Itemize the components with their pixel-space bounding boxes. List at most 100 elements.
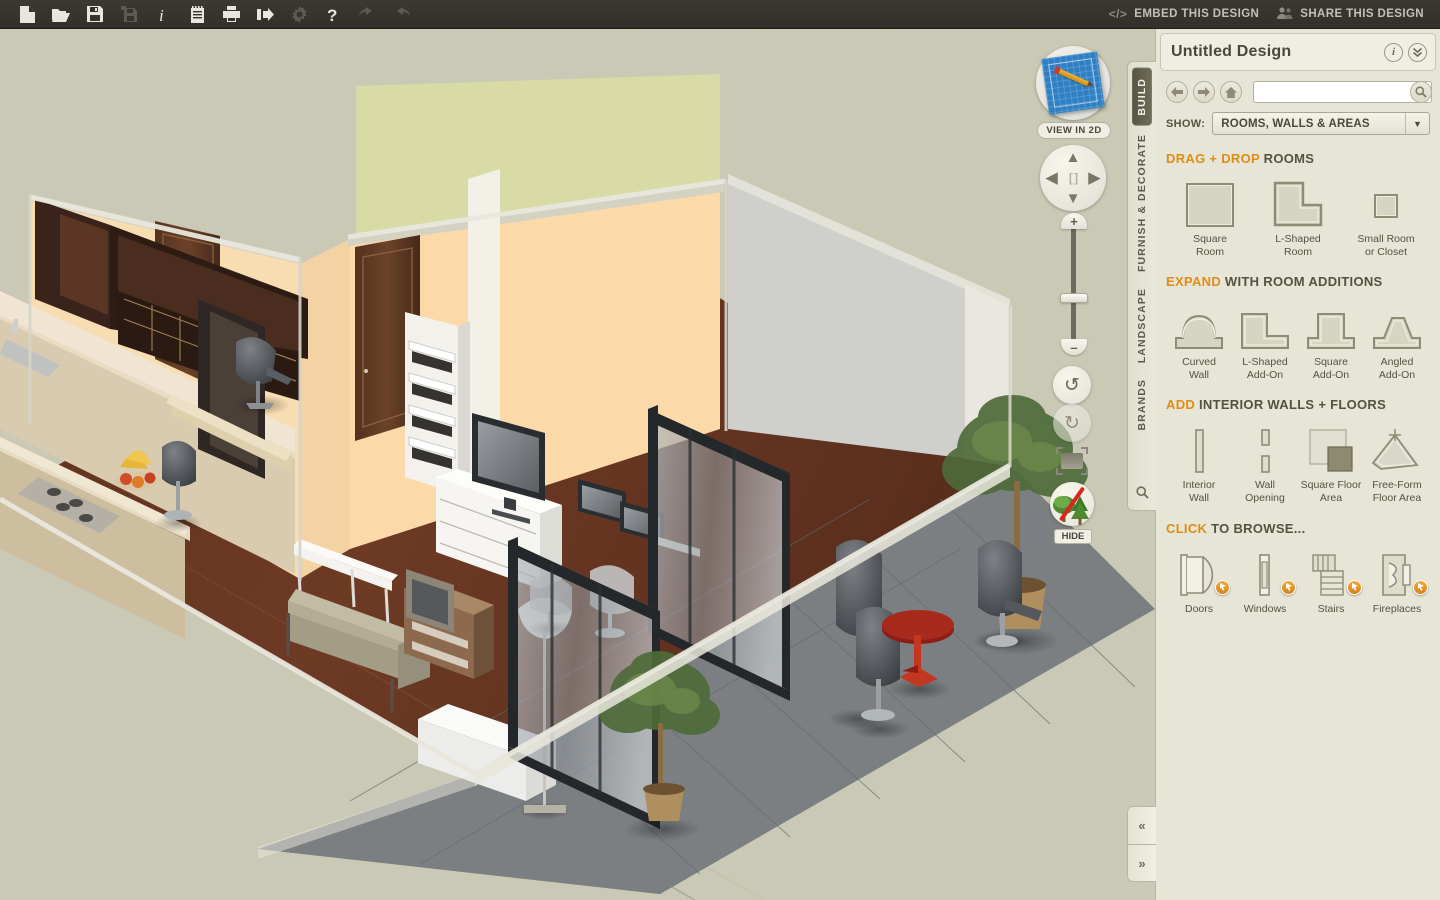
section-room-additions: EXPAND WITH ROOM ADDITIONS Curved Wall L…	[1156, 258, 1440, 381]
section-title-highlight: ADD	[1166, 397, 1196, 413]
show-select[interactable]: ROOMS, WALLS & AREAS ▼	[1212, 112, 1430, 135]
open-file-button[interactable]	[44, 0, 78, 29]
new-file-button[interactable]	[10, 0, 44, 29]
l-shaped-addon-icon	[1232, 298, 1298, 350]
rotate-right-button[interactable]: ↻	[1053, 404, 1091, 442]
browse-fireplaces[interactable]: Fireplaces	[1364, 545, 1430, 616]
save-as-button[interactable]	[112, 0, 146, 29]
toolbar-icon-group: i ?	[0, 0, 418, 29]
pan-center-reset-button[interactable]: [ ]	[1069, 172, 1078, 184]
notes-button[interactable]	[180, 0, 214, 29]
cursor-badge-icon	[1281, 579, 1296, 595]
rotate-left-button[interactable]: ↺	[1053, 366, 1091, 404]
zoom-slider-track[interactable]	[1071, 224, 1076, 342]
rail-search-icon[interactable]	[1135, 486, 1149, 502]
save-file-button[interactable]	[78, 0, 112, 29]
element-free-form-floor-area[interactable]: Free-Form Floor Area	[1364, 421, 1430, 504]
fit-to-screen-button[interactable]	[1056, 447, 1088, 475]
pan-right-button[interactable]: ▶	[1088, 171, 1100, 186]
collapse-right-button[interactable]: »	[1127, 844, 1156, 882]
hide-label[interactable]: HIDE	[1053, 529, 1093, 544]
zoom-slider-handle[interactable]	[1060, 293, 1088, 303]
browse-label: Fireplaces	[1372, 602, 1422, 615]
cursor-badge-icon	[1215, 579, 1230, 595]
share-design-label: SHARE THIS DESIGN	[1300, 8, 1424, 20]
panel-search-box[interactable]	[1253, 81, 1432, 103]
panel-search-input[interactable]	[1254, 83, 1431, 101]
show-select-value: ROOMS, WALLS & AREAS	[1221, 117, 1370, 130]
addition-square[interactable]: Square Add-On	[1298, 298, 1364, 381]
element-interior-wall[interactable]: Interior Wall	[1166, 421, 1232, 504]
addition-label: Angled Add-On	[1378, 356, 1416, 381]
info-button[interactable]: i	[146, 0, 180, 29]
zoom-in-button[interactable]: +	[1061, 213, 1087, 229]
addition-l-shaped[interactable]: L-Shaped Add-On	[1232, 298, 1298, 381]
design-canvas-3d[interactable]	[0, 29, 1155, 900]
nav-forward-button[interactable]	[1193, 81, 1215, 103]
panel-header: Untitled Design i	[1160, 33, 1436, 71]
chevron-down-icon[interactable]: ▼	[1405, 113, 1429, 134]
template-small-room-closet[interactable]: Small Room or Closet	[1342, 175, 1430, 258]
svg-text:i: i	[159, 6, 164, 23]
section-title-rest: WITH ROOM ADDITIONS	[1221, 274, 1383, 290]
browse-windows[interactable]: Windows	[1232, 545, 1298, 616]
square-room-icon	[1166, 175, 1254, 227]
square-floor-area-icon	[1298, 421, 1364, 473]
top-toolbar: i ? </> EMBED THIS DESIGN SHARE THIS DES…	[0, 0, 1440, 29]
panel-header-buttons: i	[1384, 42, 1427, 62]
collapse-left-button[interactable]: «	[1127, 806, 1156, 844]
undo-button[interactable]	[350, 0, 384, 29]
mode-rail: BUILD FURNISH & DECORATE LANDSCAPE BRAND…	[1127, 61, 1156, 511]
template-l-shaped-room[interactable]: L-Shaped Room	[1254, 175, 1342, 258]
redo-button[interactable]	[384, 0, 418, 29]
zoom-out-button[interactable]: –	[1061, 339, 1087, 355]
pan-control-disc[interactable]: ▲ ▼ ◀ ▶ [ ]	[1040, 145, 1106, 211]
panel-expand-button[interactable]	[1408, 42, 1427, 62]
share-design-button[interactable]: SHARE THIS DESIGN	[1277, 6, 1424, 22]
pan-up-button[interactable]: ▲	[1066, 150, 1081, 165]
panel-search-button[interactable]	[1410, 81, 1432, 103]
curved-wall-icon	[1166, 298, 1232, 350]
browse-label: Windows	[1243, 602, 1287, 615]
interior-elements-grid: Interior Wall Wall Opening Square Floor …	[1166, 421, 1430, 504]
browse-doors[interactable]: Doors	[1166, 545, 1232, 616]
pan-down-button[interactable]: ▼	[1066, 191, 1081, 206]
browse-stairs[interactable]: Stairs	[1298, 545, 1364, 616]
element-wall-opening[interactable]: Wall Opening	[1232, 421, 1298, 504]
help-button[interactable]: ?	[316, 0, 350, 29]
template-label: Small Room or Closet	[1357, 233, 1415, 258]
room-additions-grid: Curved Wall L-Shaped Add-On Square Add-O…	[1166, 298, 1430, 381]
section-title: ADD INTERIOR WALLS + FLOORS	[1166, 397, 1430, 412]
rail-tab-landscape[interactable]: LANDSCAPE	[1132, 280, 1152, 371]
addition-curved-wall[interactable]: Curved Wall	[1166, 298, 1232, 381]
zoom-slider[interactable]: + –	[1058, 210, 1088, 355]
element-square-floor-area[interactable]: Square Floor Area	[1298, 421, 1364, 504]
people-share-icon	[1277, 6, 1293, 22]
hide-trees-button[interactable]	[1050, 482, 1094, 526]
view-in-2d-control: VIEW IN 2D	[1036, 46, 1112, 139]
nav-home-button[interactable]	[1220, 81, 1242, 103]
settings-gear-button[interactable]	[282, 0, 316, 29]
code-embed-icon: </>	[1108, 7, 1128, 21]
section-title: EXPAND WITH ROOM ADDITIONS	[1166, 274, 1430, 289]
addition-label: Curved Wall	[1182, 356, 1216, 381]
rail-tab-brands[interactable]: BRANDS	[1132, 371, 1152, 439]
template-label: Square Room	[1193, 233, 1227, 258]
rail-tab-furnish-decorate[interactable]: FURNISH & DECORATE	[1132, 126, 1152, 280]
view-in-2d-button[interactable]	[1036, 46, 1110, 120]
panel-info-button[interactable]: i	[1384, 42, 1403, 62]
nav-back-button[interactable]	[1166, 81, 1188, 103]
export-button[interactable]	[248, 0, 282, 29]
print-button[interactable]	[214, 0, 248, 29]
pan-left-button[interactable]: ◀	[1046, 171, 1058, 186]
design-title: Untitled Design	[1171, 43, 1292, 60]
show-filter-row: SHOW: ROOMS, WALLS & AREAS ▼	[1156, 103, 1440, 135]
addition-angled[interactable]: Angled Add-On	[1364, 298, 1430, 381]
build-panel: Untitled Design i SHOW: ROOMS, WALLS & A…	[1155, 29, 1440, 900]
hide-landscape-control: HIDE	[1050, 482, 1096, 544]
template-square-room[interactable]: Square Room	[1166, 175, 1254, 258]
rail-tab-build[interactable]: BUILD	[1132, 68, 1152, 126]
fireplace-icon	[1364, 545, 1430, 597]
view-in-2d-label[interactable]: VIEW IN 2D	[1037, 122, 1111, 139]
embed-design-button[interactable]: </> EMBED THIS DESIGN	[1109, 7, 1260, 21]
